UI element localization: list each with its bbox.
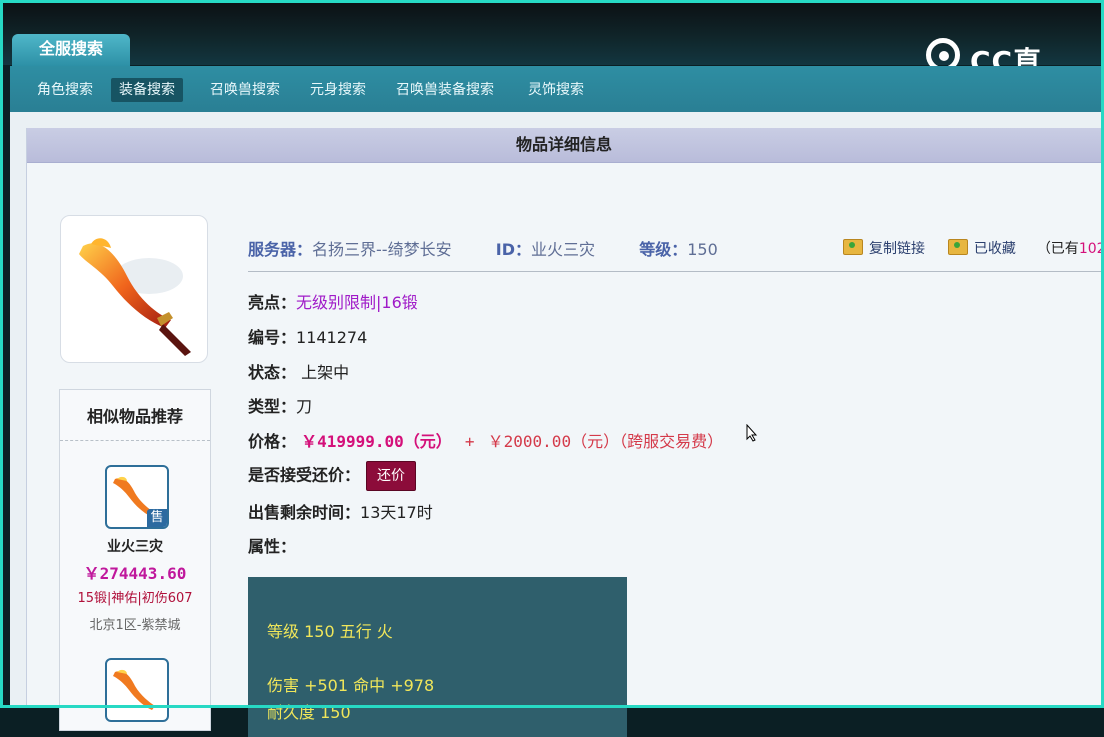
- item-detail-panel: 物品详细信息 相似物品推荐 售 业火三灾 ￥274443.60 15锻|神佑|初…: [26, 128, 1104, 737]
- time-left-label: 出售剩余时间：: [248, 503, 361, 522]
- status-value: 上架中: [301, 363, 350, 382]
- fav-count: 102: [1078, 241, 1104, 257]
- price-plus: +: [464, 432, 475, 451]
- time-left-row: 出售剩余时间：13天17时: [248, 499, 433, 523]
- search-subnav: 角色搜索 装备搜索 召唤兽搜索 元身搜索 召唤兽装备搜索 灵饰搜索: [10, 66, 1101, 114]
- price-value: ￥419999.00（元）: [301, 432, 452, 451]
- similar-item-server: 北京1区-紫禁城: [89, 618, 181, 633]
- mouse-cursor-icon: [746, 424, 758, 442]
- item-actions: 复制链接 已收藏 （已有102人收: [843, 238, 1104, 258]
- similar-items-title: 相似物品推荐: [60, 390, 210, 441]
- level-value: 150: [687, 240, 718, 259]
- for-sale-badge: 售: [147, 509, 167, 527]
- status-row: 状态： 上架中: [248, 359, 349, 383]
- highlight-value: 无级别限制|16锻: [296, 293, 418, 312]
- content-area: 物品详细信息 相似物品推荐 售 业火三灾 ￥274443.60 15锻|神佑|初…: [10, 112, 1104, 737]
- similar-item-tags: 15锻|神佑|初伤607: [77, 591, 193, 606]
- number-label: 编号：: [248, 328, 297, 347]
- server-label: 服务器：: [248, 240, 313, 259]
- similar-items-box: 相似物品推荐 售 业火三灾 ￥274443.60 15锻|神佑|初伤607 北京…: [59, 389, 211, 731]
- counter-offer-row: 是否接受还价： 还价: [248, 461, 417, 491]
- item-meta-line: 服务器：名扬三界--绮梦长安 ID：业火三灾 等级：150: [248, 236, 718, 260]
- type-row: 类型：刀: [248, 393, 312, 417]
- server-value: 名扬三界--绮梦长安: [312, 240, 452, 259]
- highlight-row: 亮点：无级别限制|16锻: [248, 289, 418, 313]
- subnav-yuanshen-search[interactable]: 元身搜索: [302, 78, 374, 102]
- subnav-summon-search[interactable]: 召唤兽搜索: [202, 78, 288, 102]
- time-left-value: 13天17时: [360, 503, 433, 522]
- copy-link-label: 复制链接: [869, 241, 925, 257]
- attr-line: 耐久度 150: [267, 703, 351, 722]
- attr-line: 伤害 +501 命中 +978: [267, 676, 435, 695]
- price-label: 价格：: [248, 432, 297, 451]
- favorite-label: 已收藏: [973, 241, 1016, 257]
- type-value: 刀: [296, 397, 313, 416]
- fav-prefix: （已有: [1036, 241, 1079, 257]
- number-value: 1141274: [296, 328, 368, 347]
- id-value: 业火三灾: [531, 240, 596, 259]
- fee-value: ￥2000.00（元）（跨服交易费）: [487, 432, 724, 451]
- copy-link-button[interactable]: 复制链接: [843, 239, 925, 257]
- subnav-equipment-search[interactable]: 装备搜索: [111, 78, 183, 102]
- attributes-row: 属性：: [248, 533, 296, 557]
- panel-title: 物品详细信息: [27, 128, 1101, 163]
- type-label: 类型：: [248, 397, 297, 416]
- subnav-summon-equip-search[interactable]: 召唤兽装备搜索: [388, 78, 502, 102]
- tab-all-server-search[interactable]: 全服搜索: [12, 34, 130, 66]
- attributes-label: 属性：: [248, 537, 297, 556]
- number-row: 编号：1141274: [248, 324, 367, 348]
- price-row: 价格： ￥419999.00（元） + ￥2000.00（元）（跨服交易费）: [248, 428, 723, 452]
- status-label: 状态：: [248, 363, 297, 382]
- favorite-button[interactable]: 已收藏: [947, 239, 1016, 257]
- id-label: ID：: [495, 240, 532, 259]
- level-label: 等级：: [639, 240, 688, 259]
- blade-thumb-icon: [113, 669, 155, 710]
- subnav-lingshi-search[interactable]: 灵饰搜索: [520, 78, 592, 102]
- similar-item-name[interactable]: 业火三灾: [60, 536, 210, 556]
- copy-link-icon: [843, 239, 863, 255]
- similar-item-price: ￥274443.60: [83, 564, 187, 583]
- divider: [248, 271, 1101, 272]
- attributes-box: 等级 150 五行 火 伤害 +501 命中 +978 耐久度 150: [248, 577, 627, 737]
- counter-offer-button[interactable]: 还价: [366, 461, 417, 491]
- highlight-label: 亮点：: [248, 293, 297, 312]
- item-image: [60, 215, 208, 363]
- counter-offer-label: 是否接受还价：: [248, 465, 361, 485]
- subnav-role-search[interactable]: 角色搜索: [29, 78, 101, 102]
- favorite-folder-icon: [947, 239, 968, 255]
- similar-item-image[interactable]: 售: [105, 465, 169, 529]
- favorite-count-text: （已有102人收: [1037, 241, 1104, 257]
- attr-line: 等级 150 五行 火: [267, 622, 393, 641]
- blade-icon: [79, 238, 191, 356]
- similar-item-image-2[interactable]: [105, 658, 169, 722]
